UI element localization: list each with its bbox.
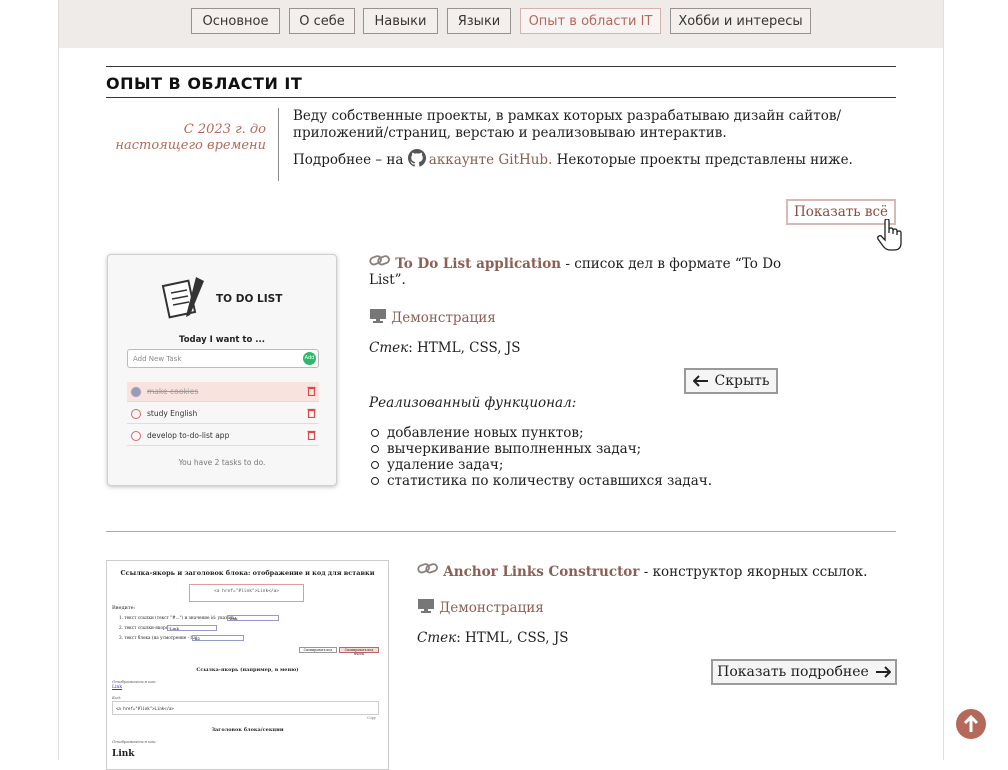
project-title-link[interactable]: To Do List application	[395, 256, 561, 272]
features-title: Реализованный функционал:	[369, 395, 577, 411]
preview-placeholder: Add New Task	[133, 355, 182, 363]
page-container: Основное О себе Навыки Языки Опыт в обла…	[58, 0, 944, 770]
nav-tab-it-experience[interactable]: Опыт в области IT	[520, 8, 661, 34]
description-paragraph-2: Подробнее – на аккаунте GitHub. Некоторы…	[293, 149, 873, 169]
project-separator	[106, 531, 896, 532]
monitor-icon	[370, 309, 386, 323]
preview2-shown-as-2: Отображается как:	[112, 739, 157, 744]
demo-link[interactable]: Демонстрация	[439, 600, 544, 616]
experience-date: С 2023 г. до настоящего времени	[106, 122, 266, 154]
feature-item: вычеркивание выполненных задач;	[370, 441, 712, 457]
monitor-icon	[418, 599, 434, 613]
check-circle-icon	[131, 431, 141, 441]
preview-add-button: Add	[303, 352, 316, 365]
trash-icon	[307, 386, 316, 396]
hide-button-label: Скрыть	[714, 373, 770, 389]
anchor-constructor-preview[interactable]: Ссылка-якорь и заголовок блока: отображе…	[106, 560, 389, 770]
preview-task-text: make cookies	[147, 387, 199, 396]
project-description: - конструктор якорных ссылок.	[639, 564, 868, 580]
preview-task-item: study English	[127, 404, 319, 424]
arrow-right-icon	[875, 666, 891, 678]
show-more-button[interactable]: Показать подробнее	[711, 659, 897, 685]
stack-line: Стек: HTML, CSS, JS	[417, 630, 897, 646]
github-icon	[407, 149, 426, 167]
project-title-link[interactable]: Anchor Links Constructor	[443, 564, 639, 580]
stack-value: : HTML, CSS, JS	[456, 630, 569, 646]
preview-task-item: develop to-do-list app	[127, 426, 319, 446]
preview2-link-text: Link	[112, 685, 123, 690]
arrow-up-icon	[963, 715, 979, 732]
preview2-code-label: Код:	[112, 695, 122, 700]
nav-tab-main[interactable]: Основное	[191, 8, 280, 34]
link-chain-icon	[369, 255, 390, 266]
preview2-copy: Copy	[367, 716, 377, 720]
nav-tab-about[interactable]: О себе	[289, 8, 355, 34]
demo-link[interactable]: Демонстрация	[391, 310, 496, 326]
todo-app-preview[interactable]: TO DO LIST Today I want to ... Add New T…	[107, 254, 337, 486]
preview2-item-1: 1. текст ссылки (текст "#...") и значени…	[119, 615, 236, 620]
stack-value: : HTML, CSS, JS	[408, 340, 521, 356]
preview-prompt: Today I want to ...	[179, 335, 265, 345]
preview2-code-box: <a href="#link">Link</a>	[189, 584, 304, 602]
preview2-big-link: Link	[112, 749, 135, 759]
preview2-input-label: Введите:	[112, 605, 136, 611]
experience-description: Веду собственные проекты, в рамках котор…	[293, 108, 873, 176]
check-circle-icon	[131, 409, 141, 419]
arrow-left-icon	[692, 375, 708, 387]
scroll-to-top-button[interactable]	[956, 709, 986, 739]
preview-add-input: Add New Task Add	[127, 349, 319, 368]
hand-pointer-icon	[877, 219, 902, 251]
link-chain-icon	[417, 563, 438, 574]
project-todo-details: To Do List application - список дел в фо…	[369, 254, 789, 356]
description-paragraph-1: Веду собственные проекты, в рамках котор…	[293, 108, 842, 141]
date-line-2: настоящего времени	[115, 138, 266, 153]
stack-label: Стек	[369, 340, 409, 356]
preview-task-text: develop to-do-list app	[147, 431, 230, 440]
preview2-heading: Ссылка-якорь и заголовок блока: отображе…	[120, 569, 375, 577]
preview2-item-2: 2. текст ссылки-якоря:	[119, 625, 170, 630]
date-divider	[278, 108, 279, 181]
features-list: добавление новых пунктов; вычеркивание в…	[369, 425, 712, 489]
preview2-field-2: Link	[167, 625, 217, 631]
preview2-sub-1: Ссылка-якорь (например, в меню)	[196, 667, 299, 673]
preview2-shown-as: Отображается как:	[112, 679, 157, 684]
trash-icon	[307, 408, 316, 418]
top-navigation: Основное О себе Навыки Языки Опыт в обла…	[59, 0, 943, 48]
preview-task-count: You have 2 tasks to do.	[178, 458, 266, 467]
github-link[interactable]: аккаунте GitHub.	[429, 152, 553, 168]
check-circle-icon	[131, 387, 141, 397]
nav-tab-languages[interactable]: Языки	[447, 8, 511, 34]
preview-task-text: study English	[147, 409, 198, 418]
feature-item: добавление новых пунктов;	[370, 425, 712, 441]
show-more-label: Показать подробнее	[717, 664, 869, 680]
project-title-line: Anchor Links Constructor - конструктор я…	[417, 562, 897, 580]
preview2-copy-button: Скопировать код	[299, 647, 337, 653]
project-title-line: To Do List application - список дел в фо…	[369, 254, 789, 288]
preview-title: TO DO LIST	[216, 293, 283, 305]
feature-item: статистика по количеству оставшихся зада…	[370, 473, 713, 489]
preview2-field-1: link	[227, 615, 279, 621]
project-anchor-details: Anchor Links Constructor - конструктор я…	[417, 562, 897, 646]
demo-line: Демонстрация	[417, 598, 897, 616]
description-text-before: Подробнее – на	[293, 152, 408, 168]
notepad-pen-icon	[161, 277, 204, 319]
section-title: ОПЫТ В ОБЛАСТИ IT	[106, 66, 896, 98]
preview-task-item: make cookies	[127, 382, 319, 402]
preview2-copy-button-2: Скопировать код ячеек	[339, 647, 379, 656]
date-line-1: С 2023 г. до	[183, 122, 266, 137]
stack-label: Стек	[417, 630, 457, 646]
trash-icon	[307, 430, 316, 440]
preview2-code-output: <a href="#link">Link</a>	[112, 701, 379, 715]
stack-line: Стек: HTML, CSS, JS	[369, 340, 789, 356]
hide-button[interactable]: Скрыть	[684, 368, 778, 394]
preview2-item-3: 3. текст блока (на усмотрение - h2):	[119, 635, 199, 640]
nav-tab-skills[interactable]: Навыки	[363, 8, 438, 34]
feature-item: удаление задач;	[370, 457, 712, 473]
description-text-after: Некоторые проекты представлены ниже.	[552, 152, 853, 168]
preview2-field-3: h2	[192, 635, 244, 641]
demo-line: Демонстрация	[369, 308, 789, 326]
preview2-sub-2: Заголовок блока/секции	[211, 727, 284, 733]
nav-tab-hobbies[interactable]: Хобби и интересы	[670, 8, 811, 34]
